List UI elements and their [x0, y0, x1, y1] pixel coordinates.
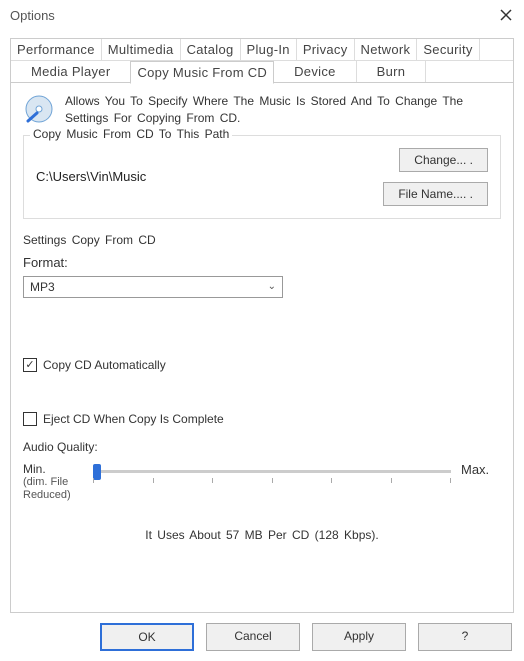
- slider-track-line: [93, 470, 451, 473]
- tab-privacy[interactable]: Privacy: [297, 39, 355, 60]
- options-window: Options Performance Multimedia Catalog P…: [0, 0, 524, 661]
- apply-button[interactable]: Apply: [312, 623, 406, 651]
- chevron-down-icon: ⌄: [268, 281, 276, 292]
- dialog-footer: OK Cancel Apply ?: [100, 623, 512, 651]
- tab-content: Allows You To Specify Where The Music Is…: [10, 83, 514, 613]
- tab-device[interactable]: Device: [274, 61, 357, 82]
- copy-path-value: C:\Users\Vin\Music: [36, 169, 146, 184]
- usage-text: It Uses About 57 MB Per CD (128 Kbps).: [23, 528, 501, 542]
- quality-max-label: Max.: [461, 462, 501, 477]
- quality-min: Min. (dim. File Reduced): [23, 462, 83, 503]
- change-path-button[interactable]: Change... .: [399, 148, 488, 172]
- cd-icon: [23, 93, 55, 125]
- tab-copy-music-from-cd[interactable]: Copy Music From CD: [130, 61, 274, 84]
- tab-network[interactable]: Network: [355, 39, 418, 60]
- description-text: Allows You To Specify Where The Music Is…: [65, 93, 501, 127]
- group-settings-title: Settings Copy From CD: [23, 233, 501, 247]
- tab-row-1: Performance Multimedia Catalog Plug-In P…: [11, 39, 513, 61]
- slider-ticks: [93, 478, 451, 483]
- audio-quality-label: Audio Quality:: [23, 440, 501, 454]
- tab-row-2: Media Player Copy Music From CD Device B…: [11, 61, 513, 82]
- eject-label: Eject CD When Copy Is Complete: [43, 412, 224, 426]
- file-name-button[interactable]: File Name.... .: [383, 182, 488, 206]
- group-copy-path-title: Copy Music From CD To This Path: [30, 127, 232, 141]
- help-button[interactable]: ?: [418, 623, 512, 651]
- copy-auto-checkbox[interactable]: ✓: [23, 358, 37, 372]
- format-value: MP3: [30, 280, 55, 294]
- format-select[interactable]: MP3 ⌄: [23, 276, 283, 298]
- close-icon: [500, 9, 512, 21]
- eject-checkbox[interactable]: [23, 412, 37, 426]
- tab-catalog[interactable]: Catalog: [181, 39, 241, 60]
- description-row: Allows You To Specify Where The Music Is…: [23, 93, 501, 127]
- copy-auto-row[interactable]: ✓ Copy CD Automatically: [23, 358, 501, 372]
- tab-security[interactable]: Security: [417, 39, 479, 60]
- group-copy-path: Copy Music From CD To This Path C:\Users…: [23, 135, 501, 219]
- eject-row[interactable]: Eject CD When Copy Is Complete: [23, 412, 501, 426]
- tab-performance[interactable]: Performance: [11, 39, 102, 60]
- quality-slider[interactable]: [93, 466, 451, 490]
- format-label: Format:: [23, 255, 501, 270]
- group-settings: Settings Copy From CD Format: MP3 ⌄ ✓ Co…: [23, 233, 501, 543]
- quality-slider-row: Min. (dim. File Reduced) Max.: [23, 462, 501, 503]
- tab-burn[interactable]: Burn: [357, 61, 427, 82]
- tabs: Performance Multimedia Catalog Plug-In P…: [10, 38, 514, 83]
- copy-auto-label: Copy CD Automatically: [43, 358, 166, 372]
- quality-min-label: Min.: [23, 462, 83, 476]
- tab-multimedia[interactable]: Multimedia: [102, 39, 181, 60]
- titlebar: Options: [0, 0, 524, 30]
- window-title: Options: [10, 8, 55, 23]
- cancel-button[interactable]: Cancel: [206, 623, 300, 651]
- tab-plugin[interactable]: Plug-In: [241, 39, 297, 60]
- ok-button[interactable]: OK: [100, 623, 194, 651]
- quality-min-sub: (dim. File Reduced): [23, 476, 83, 502]
- close-button[interactable]: [496, 5, 516, 25]
- tab-media-player[interactable]: Media Player: [11, 61, 131, 82]
